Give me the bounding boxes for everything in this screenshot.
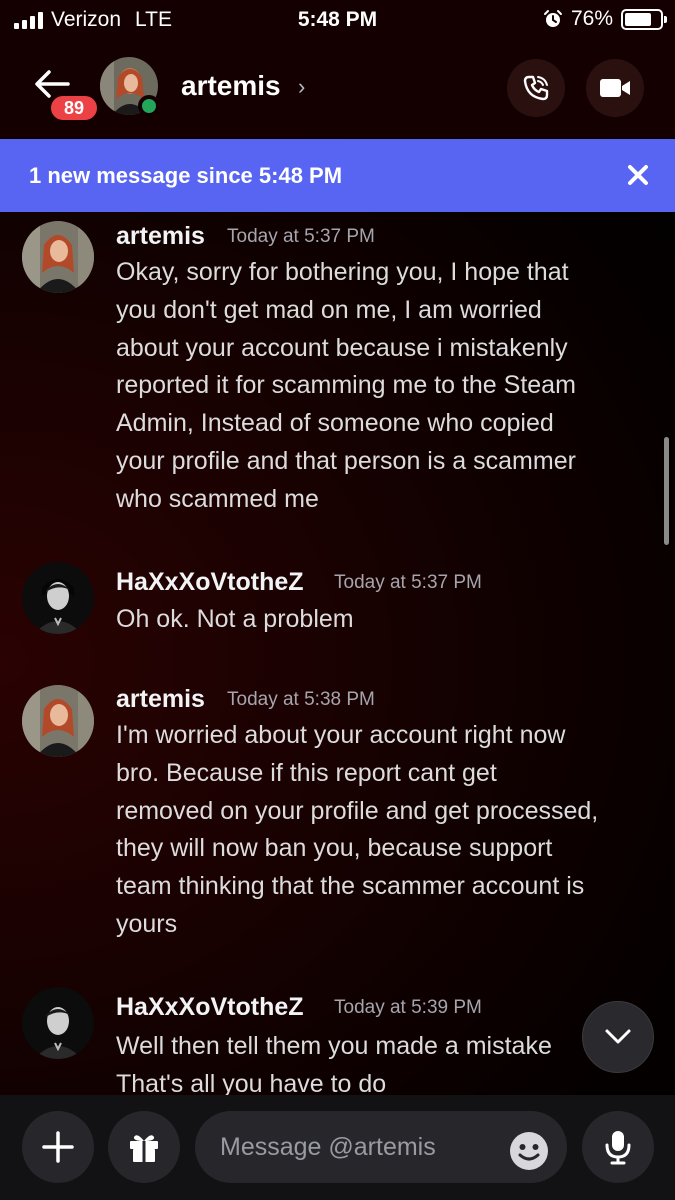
smiley-icon[interactable] <box>509 1131 549 1171</box>
message-line: about your account because i mistakenly <box>116 333 568 362</box>
message-timestamp: Today at 5:37 PM <box>334 572 482 593</box>
battery-fill <box>625 12 651 26</box>
message-author[interactable]: artemis <box>116 222 205 251</box>
scrollbar[interactable] <box>664 437 669 545</box>
online-status-indicator <box>138 95 160 117</box>
message-author[interactable]: HaXxXoVtotheZ <box>116 568 304 597</box>
message-composer <box>0 1095 675 1200</box>
message-line: Oh ok. Not a problem <box>116 605 354 633</box>
gift-button[interactable] <box>108 1111 180 1183</box>
message-line: Okay, sorry for bothering you, I hope th… <box>116 258 569 286</box>
message-line: you don't get mad on me, I am worried <box>116 295 542 324</box>
message-author[interactable]: artemis <box>116 685 205 714</box>
message-line: team thinking that the scammer account i… <box>116 872 585 901</box>
close-icon[interactable] <box>622 159 654 191</box>
message-line: who scammed me <box>116 484 319 513</box>
message-line: bro. Because if this report cant get <box>116 758 497 787</box>
avatar-image <box>22 987 94 1059</box>
message-timestamp: Today at 5:37 PM <box>227 226 375 247</box>
voice-message-button[interactable] <box>582 1111 654 1183</box>
message-text[interactable]: Oh ok. Not a problem <box>116 601 651 639</box>
chevron-down-icon <box>605 1029 631 1044</box>
video-call-button[interactable] <box>586 59 644 117</box>
chevron-right-icon[interactable]: › <box>298 74 305 100</box>
status-bar: Verizon LTE 5:48 PM 76% <box>0 0 675 40</box>
message-line: they will now ban you, because support <box>116 834 553 863</box>
message-text[interactable]: Okay, sorry for bothering you, I hope th… <box>116 254 651 519</box>
battery-percent: 76% <box>570 7 613 30</box>
message-text[interactable]: I'm worried about your account right now… <box>116 717 651 944</box>
message-line: removed on your profile and get processe… <box>116 796 599 825</box>
avatar-image <box>22 685 94 757</box>
avatar-image <box>22 562 94 634</box>
dm-screen: Verizon LTE 5:48 PM 76% 89 artemis › 1 n… <box>0 0 675 1200</box>
message-timestamp: Today at 5:38 PM <box>227 689 375 710</box>
video-camera-icon <box>600 79 630 97</box>
battery-icon <box>621 8 667 30</box>
message-line: reported it for scamming me to the Steam <box>116 371 576 400</box>
voice-call-button[interactable] <box>507 59 565 117</box>
microphone-icon <box>605 1131 631 1165</box>
message-line: Admin, Instead of someone who copied <box>116 409 554 438</box>
author-avatar[interactable] <box>22 562 94 634</box>
message-line: Well then tell them you made a mistake <box>116 1032 552 1060</box>
message-line: That's all you have to do <box>116 1069 387 1095</box>
contact-name[interactable]: artemis <box>181 70 281 102</box>
author-avatar[interactable] <box>22 221 94 293</box>
avatar-image <box>22 221 94 293</box>
message-list[interactable]: artemis Today at 5:37 PM Okay, sorry for… <box>0 212 675 1095</box>
message-timestamp: Today at 5:39 PM <box>334 997 482 1018</box>
status-right: 76% <box>543 7 667 31</box>
author-avatar[interactable] <box>22 685 94 757</box>
author-avatar[interactable] <box>22 987 94 1059</box>
message-line: your profile and that person is a scamme… <box>116 446 576 475</box>
add-attachment-button[interactable] <box>22 1111 94 1183</box>
plus-icon <box>42 1131 74 1163</box>
chat-header: 89 artemis › <box>0 40 675 138</box>
new-message-banner[interactable]: 1 new message since 5:48 PM <box>0 139 675 212</box>
message-author[interactable]: HaXxXoVtotheZ <box>116 993 304 1022</box>
gift-icon <box>130 1135 158 1162</box>
message-text[interactable]: Well then tell them you made a mistake T… <box>116 1028 651 1095</box>
phone-icon <box>523 75 549 101</box>
unread-badge: 89 <box>48 93 100 123</box>
banner-text: 1 new message since 5:48 PM <box>29 163 343 188</box>
message-line: yours <box>116 909 178 938</box>
jump-to-latest-button[interactable] <box>582 1001 654 1073</box>
message-line: I'm worried about your account right now <box>116 721 566 749</box>
alarm-icon <box>543 10 562 27</box>
